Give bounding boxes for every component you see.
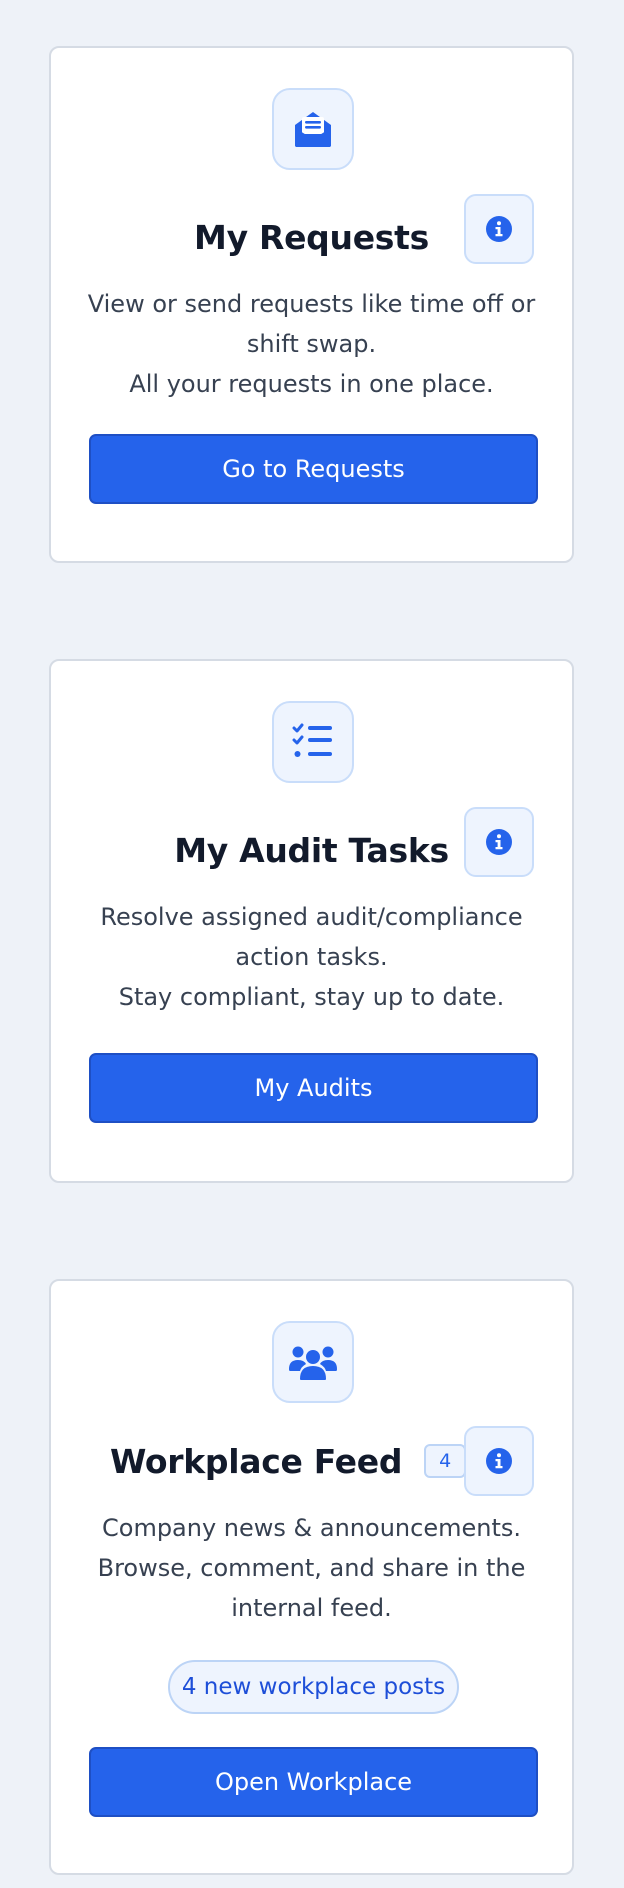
card-description: Company news & announcements. Browse, co…	[97, 1514, 526, 1622]
requests-card: My Requests View or send requests like t…	[49, 46, 574, 563]
card-description: Resolve assigned audit/compliance action…	[100, 903, 523, 1011]
open-workplace-button[interactable]: Open Workplace	[89, 1747, 538, 1817]
envelope-open-icon	[272, 88, 354, 170]
card-title: Workplace Feed	[110, 1441, 403, 1481]
audit-tasks-card: My Audit Tasks Resolve assigned audit/co…	[49, 659, 574, 1183]
info-icon	[486, 1448, 512, 1474]
info-icon	[486, 829, 512, 855]
info-icon	[486, 216, 512, 242]
card-description: View or send requests like time off or s…	[87, 290, 536, 398]
checklist-icon	[272, 701, 354, 783]
go-to-requests-button[interactable]: Go to Requests	[89, 434, 538, 504]
info-button[interactable]	[464, 194, 534, 264]
new-posts-pill[interactable]: 4 new workplace posts	[168, 1660, 459, 1714]
users-group-icon	[272, 1321, 354, 1403]
card-title: My Requests	[194, 217, 429, 257]
info-button[interactable]	[464, 807, 534, 877]
workplace-feed-card: Workplace Feed 4 Company news & announce…	[49, 1279, 574, 1875]
my-audits-button[interactable]: My Audits	[89, 1053, 538, 1123]
card-title: My Audit Tasks	[174, 830, 449, 870]
info-button[interactable]	[464, 1426, 534, 1496]
unread-count-badge: 4	[424, 1444, 467, 1478]
